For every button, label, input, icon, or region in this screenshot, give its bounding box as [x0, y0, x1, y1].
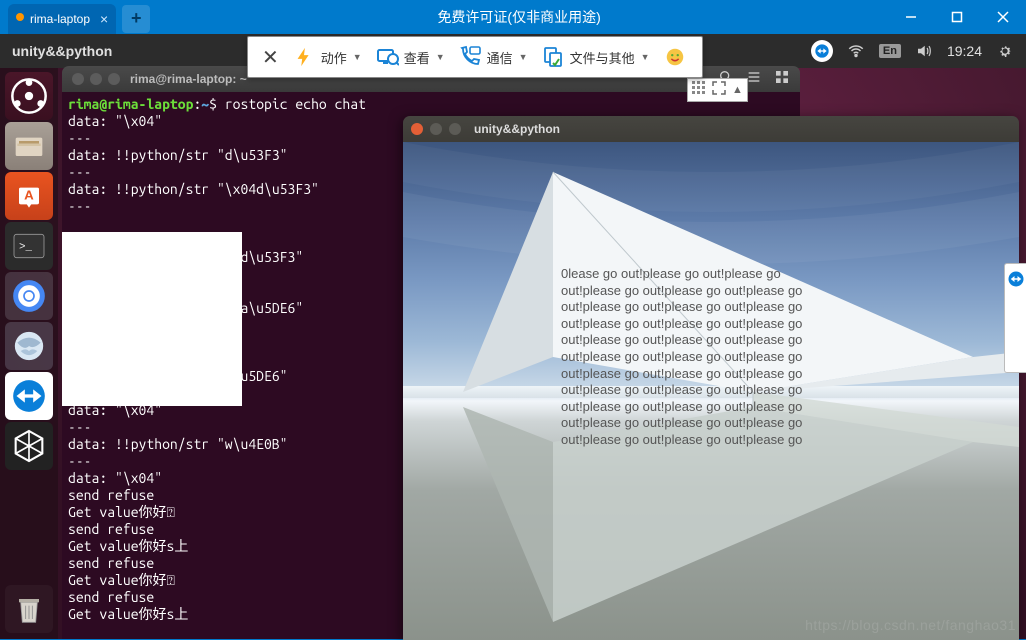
- teamviewer-side-tab[interactable]: [1004, 263, 1026, 373]
- window-min-icon[interactable]: [430, 123, 442, 135]
- toolbar-close-button[interactable]: ✕: [256, 45, 285, 70]
- panel-app-title: unity&&python: [8, 43, 112, 59]
- minimize-button[interactable]: [888, 0, 934, 34]
- language-indicator[interactable]: En: [879, 44, 901, 58]
- fullscreen-icon[interactable]: [712, 81, 726, 100]
- volume-icon[interactable]: [915, 42, 933, 60]
- close-icon: ✕: [262, 45, 279, 70]
- clock[interactable]: 19:24: [947, 43, 982, 59]
- browser-tab[interactable]: rima-laptop ×: [8, 4, 116, 34]
- unity-title: unity&&python: [474, 122, 560, 136]
- maximize-button[interactable]: [934, 0, 980, 34]
- launcher-terminal[interactable]: >_: [5, 222, 53, 270]
- close-button[interactable]: [980, 0, 1026, 34]
- teamviewer-tray-icon[interactable]: [811, 40, 833, 62]
- grid-view-icon[interactable]: [774, 69, 790, 90]
- unity-launcher: A >_: [0, 68, 58, 639]
- terminal-title: rima@rima-laptop: ~: [130, 72, 247, 86]
- grid-icon[interactable]: [692, 81, 706, 100]
- tab-close-icon[interactable]: ×: [100, 11, 108, 27]
- window-title: 免费许可证(仅非商业用途): [150, 7, 888, 27]
- ubuntu-desktop: A >_ rima@rima-laptop: ~: [0, 68, 1026, 639]
- watermark: https://blog.csdn.net/fanghao31: [805, 617, 1016, 633]
- smiley-icon: [662, 44, 688, 70]
- svg-text:>_: >_: [19, 241, 32, 253]
- launcher-files[interactable]: [5, 122, 53, 170]
- terminal-overlay-box: [62, 232, 242, 406]
- lightning-icon: [291, 44, 317, 70]
- phone-chat-icon: [457, 44, 483, 70]
- unity-title-bar[interactable]: unity&&python: [403, 116, 1019, 142]
- chevron-down-icon: ▼: [519, 52, 528, 62]
- window-close-icon[interactable]: [411, 123, 423, 135]
- toolbar-view-button[interactable]: 查看 ▼: [368, 44, 451, 70]
- window-min-icon[interactable]: [90, 73, 102, 85]
- unity-overlay-text: 0lease go out!please go out!please go ou…: [561, 266, 841, 449]
- windows-title-bar: rima-laptop × + 免费许可证(仅非商业用途): [0, 0, 1026, 34]
- window-max-icon[interactable]: [108, 73, 120, 85]
- toolbar-action-label: 动作: [321, 48, 347, 67]
- toolbar-view-label: 查看: [404, 48, 430, 67]
- tab-indicator-icon: [16, 13, 24, 21]
- svg-text:A: A: [24, 187, 34, 202]
- settings-gear-icon[interactable]: [996, 42, 1014, 60]
- panel-indicators: En 19:24: [811, 40, 1018, 62]
- window-controls: [888, 0, 1026, 34]
- teamviewer-toolbar[interactable]: ✕ 动作 ▼ 查看 ▼ 通信 ▼ 文件与其他 ▼: [247, 36, 703, 78]
- launcher-chromium[interactable]: [5, 272, 53, 320]
- tab-label: rima-laptop: [30, 12, 90, 26]
- plus-icon: +: [131, 8, 142, 29]
- toolbar-feedback-button[interactable]: [656, 44, 694, 70]
- new-tab-button[interactable]: +: [122, 5, 150, 33]
- toolbar-files-label: 文件与其他: [570, 48, 635, 67]
- toolbar-files-button[interactable]: 文件与其他 ▼: [534, 44, 656, 70]
- collapse-icon[interactable]: ▲: [732, 84, 743, 96]
- unity-window[interactable]: unity&&python 0lease go out!please go: [403, 116, 1019, 640]
- wifi-icon[interactable]: [847, 42, 865, 60]
- launcher-unity-editor[interactable]: [5, 422, 53, 470]
- launcher-teamviewer[interactable]: [5, 372, 53, 420]
- toolbar-comm-label: 通信: [487, 48, 513, 67]
- unity-viewport: 0lease go out!please go out!please go ou…: [403, 142, 1019, 640]
- launcher-globe[interactable]: [5, 322, 53, 370]
- chevron-down-icon: ▼: [641, 52, 650, 62]
- monitor-icon: [374, 44, 400, 70]
- toolbar-comm-button[interactable]: 通信 ▼: [451, 44, 534, 70]
- launcher-trash[interactable]: [5, 585, 53, 633]
- window-max-icon[interactable]: [449, 123, 461, 135]
- launcher-software[interactable]: A: [5, 172, 53, 220]
- toolbar-action-button[interactable]: 动作 ▼: [285, 44, 368, 70]
- window-close-icon[interactable]: [72, 73, 84, 85]
- chevron-down-icon: ▼: [436, 52, 445, 62]
- teamviewer-mini-toolbar[interactable]: ▲: [687, 78, 748, 102]
- files-icon: [540, 44, 566, 70]
- list-icon[interactable]: [746, 69, 762, 90]
- launcher-dash-button[interactable]: [5, 72, 53, 120]
- chevron-down-icon: ▼: [353, 52, 362, 62]
